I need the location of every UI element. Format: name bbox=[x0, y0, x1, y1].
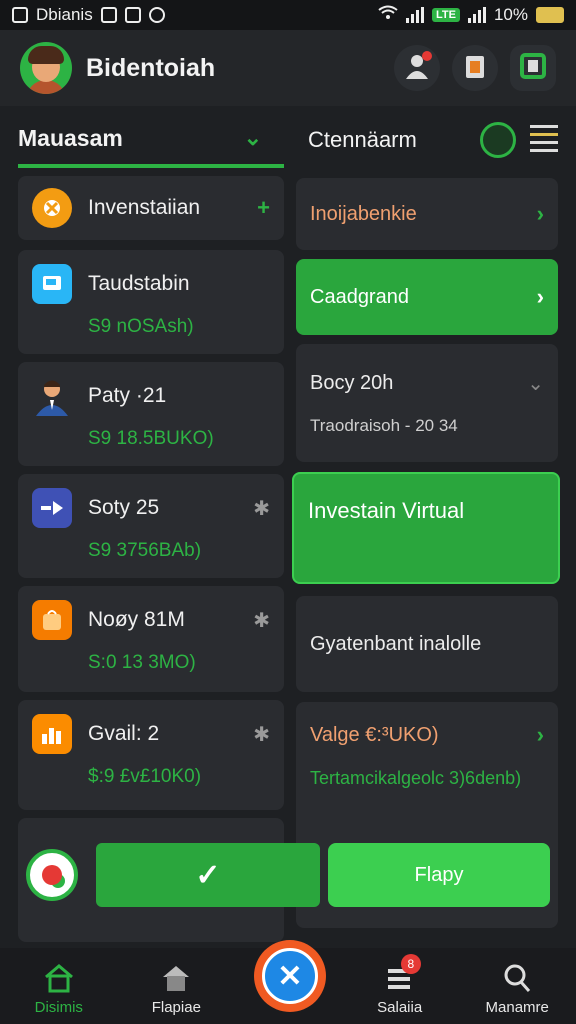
list-item-subtitle: S9 3756BAb) bbox=[88, 540, 202, 561]
action-bar: ✓ Flapy bbox=[26, 842, 550, 908]
right-list-item[interactable]: Bocy 20h ⌄ Traodraisoh - 20 34 bbox=[296, 344, 558, 462]
house-icon bbox=[160, 963, 192, 993]
list-item[interactable]: Taudstabin S9 nOSAsh) bbox=[18, 250, 284, 354]
list-item[interactable]: Soty 25 ✱ S9 3756BAb) bbox=[18, 474, 284, 578]
search-icon bbox=[501, 963, 533, 993]
app-title: Bidentoiah bbox=[86, 53, 216, 82]
window-button[interactable] bbox=[510, 45, 556, 91]
list-item-subtitle: S9 nOSAsh) bbox=[88, 316, 194, 337]
nav-item-label: Flapiae bbox=[151, 999, 201, 1016]
settings-icon bbox=[148, 7, 165, 23]
nav-item-manamre[interactable]: Manamre bbox=[458, 948, 576, 1024]
investment-card-title: Investain Virtual bbox=[308, 498, 465, 523]
chevron-down-icon[interactable]: ⌄ bbox=[244, 125, 262, 151]
investment-card[interactable]: Investain Virtual bbox=[292, 472, 560, 584]
bag-icon bbox=[32, 600, 72, 640]
center-action-button[interactable]: ✕ bbox=[254, 940, 326, 1012]
nav-item-label: Disimis bbox=[34, 999, 83, 1016]
notification-icon bbox=[12, 7, 28, 23]
clipboard-icon bbox=[464, 53, 486, 84]
notification-badge: 8 bbox=[400, 954, 421, 974]
nav-item-salaiia[interactable]: 8 Salaiia bbox=[341, 948, 459, 1024]
document-icon bbox=[32, 264, 72, 304]
clipboard-button[interactable] bbox=[452, 45, 498, 91]
right-list-item-title: Caadgrand bbox=[310, 285, 409, 308]
list-item-title: Paty ·21 bbox=[88, 384, 167, 407]
chevron-down-icon[interactable]: ⌄ bbox=[527, 371, 544, 396]
right-list-item-subtitle: Tertamcikalgeolc 3)6denb) bbox=[310, 768, 522, 788]
app-header: Bidentoiah bbox=[0, 30, 576, 106]
chevron-right-icon: › bbox=[536, 201, 544, 226]
star-icon[interactable]: ✱ bbox=[253, 608, 270, 633]
profile-button[interactable] bbox=[394, 45, 440, 91]
app-icon bbox=[124, 7, 141, 23]
plus-icon[interactable]: + bbox=[257, 195, 270, 221]
signal-icon-2 bbox=[467, 7, 486, 23]
nav-item-flapiae[interactable]: Flapiae bbox=[118, 948, 236, 1024]
network-type-icon: LTE bbox=[432, 8, 460, 22]
signal-icon bbox=[406, 7, 424, 23]
right-list-item-title: Inoijabenkie bbox=[310, 202, 417, 225]
left-column: Mauasam ⌄ bbox=[18, 112, 284, 168]
nav-item-label: Salaiia bbox=[377, 999, 423, 1016]
list-item-title: Gvail: 2 bbox=[88, 722, 160, 745]
right-list-item-title: Bocy 20h bbox=[310, 371, 394, 394]
right-column-title: Ctennäarm bbox=[308, 127, 417, 152]
right-list-item[interactable]: Inoijabenkie › bbox=[296, 178, 558, 250]
right-list-item[interactable]: Gyatenbant inalolle bbox=[296, 596, 558, 692]
list-item-title: Invenstaiian bbox=[88, 196, 201, 219]
flapy-button[interactable]: Flapy bbox=[327, 843, 550, 907]
home-icon bbox=[43, 963, 75, 993]
right-list-item-title: Gyatenbant inalolle bbox=[310, 632, 482, 655]
right-list-item-title: Valge €:³UKO) bbox=[310, 723, 439, 746]
avatar[interactable] bbox=[20, 42, 72, 94]
mic-icon[interactable] bbox=[480, 122, 516, 158]
list-item[interactable]: Paty ·21 S9 18.5BUKO) bbox=[18, 362, 284, 466]
right-list-item-subtitle: Traodraisoh - 20 34 bbox=[310, 415, 458, 435]
mail-icon bbox=[100, 7, 117, 23]
list-item-title: Taudstabin bbox=[88, 272, 190, 295]
notification-dot bbox=[422, 51, 432, 61]
list-item-title: Soty 25 bbox=[88, 496, 160, 519]
status-bar: Dbianis LTE 10% bbox=[0, 0, 576, 30]
chart-icon bbox=[32, 714, 72, 754]
wifi-icon bbox=[378, 5, 398, 26]
battery-percent: 10% bbox=[493, 5, 528, 24]
chevron-right-icon: › bbox=[536, 722, 544, 747]
star-icon[interactable]: ✱ bbox=[253, 496, 270, 521]
window-icon bbox=[520, 52, 546, 84]
left-column-title: Mauasam bbox=[18, 124, 123, 151]
chevron-right-icon: › bbox=[536, 284, 544, 309]
right-column-tab[interactable]: Ctennäarm bbox=[294, 112, 558, 168]
list-icon[interactable] bbox=[530, 125, 558, 155]
right-column: Ctennäarm bbox=[294, 112, 558, 168]
list-item[interactable]: Invenstaiian + bbox=[18, 176, 284, 240]
right-list-item-selected[interactable]: Caadgrand › bbox=[296, 259, 558, 335]
star-icon[interactable]: ✱ bbox=[253, 722, 270, 747]
list-item-subtitle: S:0 13 3MO) bbox=[88, 652, 196, 673]
close-x-icon: ✕ bbox=[262, 948, 318, 1004]
list-item-title: Noøy 81M bbox=[88, 608, 185, 631]
list-item-subtitle: S9 18.5BUKO) bbox=[88, 428, 214, 449]
left-column-tab[interactable]: Mauasam ⌄ bbox=[18, 112, 284, 168]
video-icon bbox=[32, 488, 72, 528]
app-logo-icon[interactable] bbox=[26, 849, 78, 901]
person-icon bbox=[32, 376, 72, 416]
list-item[interactable]: Noøy 81M ✱ S:0 13 3MO) bbox=[18, 586, 284, 692]
confirm-button[interactable]: ✓ bbox=[96, 843, 320, 907]
status-carrier-text: Dbianis bbox=[36, 5, 93, 24]
battery-icon bbox=[536, 7, 564, 23]
gear-icon bbox=[32, 188, 72, 228]
nav-item-home[interactable]: Disimis bbox=[0, 948, 118, 1024]
list-item-subtitle: $:9 £v£10K0) bbox=[88, 766, 202, 787]
nav-item-label: Manamre bbox=[485, 999, 549, 1016]
list-item[interactable]: Gvail: 2 ✱ $:9 £v£10K0) bbox=[18, 700, 284, 810]
